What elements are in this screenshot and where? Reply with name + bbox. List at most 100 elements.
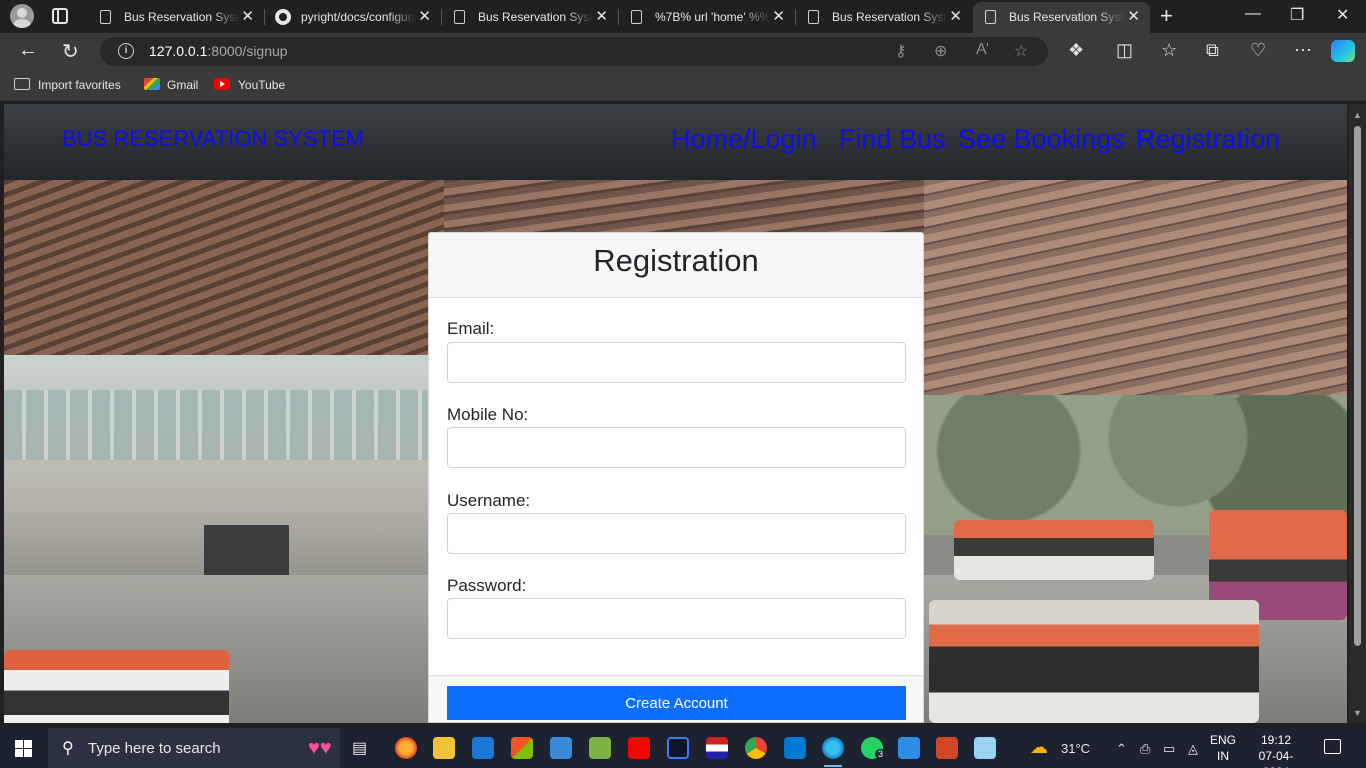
tray-chevron-icon[interactable]: ⌃ xyxy=(1116,741,1127,757)
tab-1[interactable]: Bus Reservation System ✕ xyxy=(88,2,264,33)
password-field[interactable] xyxy=(447,598,906,639)
collections-icon[interactable]: ⧉ xyxy=(1206,40,1219,61)
back-icon[interactable]: ← xyxy=(18,39,38,62)
page-viewport: BUS RESERVATION SYSTEM Home/Login Find B… xyxy=(4,104,1347,723)
tab-5[interactable]: Bus Reservation System ✕ xyxy=(796,2,972,33)
mobile-field[interactable] xyxy=(447,427,906,468)
split-screen-icon[interactable]: ◫ xyxy=(1116,40,1133,61)
favorite-star-icon[interactable]: ☆ xyxy=(1014,41,1028,61)
page-scrollbar[interactable]: ▲ ▼ xyxy=(1349,104,1366,723)
taskbar-clock[interactable]: 19:12 07-04-2024 xyxy=(1246,732,1306,768)
tab-strip: Bus Reservation System ✕ pyright/docs/co… xyxy=(0,0,1366,33)
github-icon xyxy=(275,9,291,25)
close-window-icon[interactable]: ✕ xyxy=(1336,5,1349,25)
key-icon[interactable]: ⚷ xyxy=(895,41,907,61)
tab-close-icon[interactable]: ✕ xyxy=(418,7,431,25)
scroll-up-icon[interactable]: ▲ xyxy=(1353,110,1362,120)
battery-icon[interactable]: ▭ xyxy=(1163,741,1175,757)
favorite-gmail[interactable]: Gmail xyxy=(167,78,198,92)
youtube-icon xyxy=(214,78,230,90)
whatsapp-icon[interactable]: 3 xyxy=(861,737,887,759)
windows-taskbar: ⚲ Type here to search ♥♥ ▤ 3 ☁ 31°C ⌃ ⎙ … xyxy=(0,728,1366,768)
tab-3[interactable]: Bus Reservation System ✕ xyxy=(442,2,618,33)
url-text[interactable]: 127.0.0.1:8000/signup xyxy=(149,43,288,59)
tab-title: pyright/docs/configuration xyxy=(301,10,417,24)
nav-find-bus[interactable]: Find Bus xyxy=(839,124,946,155)
site-brand[interactable]: BUS RESERVATION SYSTEM xyxy=(62,126,364,152)
notepad-icon[interactable] xyxy=(589,737,611,759)
tab-actions-icon[interactable] xyxy=(52,8,68,24)
read-aloud-icon[interactable]: A’ xyxy=(976,41,989,59)
email-field[interactable] xyxy=(447,342,906,383)
nav-home-login[interactable]: Home/Login xyxy=(671,124,817,155)
restore-icon[interactable]: ❐ xyxy=(1290,5,1304,25)
new-tab-button[interactable]: + xyxy=(1160,3,1173,29)
tab-title: Bus Reservation System xyxy=(124,10,240,24)
import-icon xyxy=(14,78,30,90)
nav-see-bookings[interactable]: See Bookings xyxy=(958,124,1125,155)
zoom-icon[interactable]: ⊕ xyxy=(934,41,947,61)
tab-close-icon[interactable]: ✕ xyxy=(595,7,608,25)
favorite-import[interactable]: Import favorites xyxy=(38,78,121,92)
refresh-icon[interactable]: ↻ xyxy=(62,39,79,64)
flag-app-icon[interactable] xyxy=(706,737,728,759)
taskbar-search[interactable]: ⚲ Type here to search ♥♥ xyxy=(48,728,340,768)
favorite-youtube[interactable]: YouTube xyxy=(238,78,285,92)
meet-icon[interactable]: ⎙ xyxy=(1140,741,1150,757)
tab-6-active[interactable]: Bus Reservation System ✕ xyxy=(973,2,1150,33)
weather-temp[interactable]: 31°C xyxy=(1061,741,1090,756)
tab-close-icon[interactable]: ✕ xyxy=(772,7,785,25)
username-field[interactable] xyxy=(447,513,906,554)
nav-registration[interactable]: Registration xyxy=(1136,124,1280,155)
vscode-icon[interactable] xyxy=(784,737,806,759)
mail-icon[interactable] xyxy=(472,737,494,759)
notification-icon[interactable] xyxy=(1324,739,1341,754)
firefox-icon[interactable] xyxy=(395,737,417,759)
snipping-tool-icon[interactable] xyxy=(974,737,996,759)
chrome-icon[interactable] xyxy=(745,737,767,759)
address-bar[interactable]: i 127.0.0.1:8000/signup ⚷ ⊕ A’ ☆ xyxy=(100,37,1048,66)
task-view-icon[interactable]: ▤ xyxy=(352,738,367,758)
scrollbar-thumb[interactable] xyxy=(1354,126,1361,646)
microsoft-store-icon[interactable] xyxy=(511,737,533,759)
search-placeholder: Type here to search xyxy=(88,740,221,757)
python-installer-icon[interactable] xyxy=(550,737,572,759)
edge-icon[interactable] xyxy=(822,737,844,767)
profile-avatar-icon[interactable] xyxy=(10,4,34,28)
windows-start-icon[interactable] xyxy=(15,740,32,757)
photos-icon[interactable] xyxy=(898,737,920,759)
browser-essentials-icon[interactable]: ♡ xyxy=(1250,40,1266,61)
create-account-button[interactable]: Create Account xyxy=(447,686,906,720)
powerpoint-icon[interactable] xyxy=(936,737,958,759)
copilot-icon[interactable] xyxy=(1331,40,1355,62)
favorites-icon[interactable]: ☆ xyxy=(1161,40,1177,61)
page-icon xyxy=(631,10,642,24)
file-explorer-icon[interactable] xyxy=(433,737,455,759)
minimize-icon[interactable]: — xyxy=(1245,5,1261,23)
tab-2[interactable]: pyright/docs/configuration ✕ xyxy=(265,2,441,33)
tab-title: Bus Reservation System xyxy=(1009,10,1125,24)
wifi-icon[interactable]: ◬ xyxy=(1188,741,1198,757)
youtube-app-icon[interactable] xyxy=(628,737,650,759)
page-icon xyxy=(985,10,996,24)
favorites-bar: Import favorites Gmail YouTube xyxy=(0,70,1366,101)
tab-close-icon[interactable]: ✕ xyxy=(949,7,962,25)
browser-toolbar: ← ↻ i 127.0.0.1:8000/signup ⚷ ⊕ A’ ☆ ❖ ◫… xyxy=(0,33,1366,70)
clock-date: 07-04-2024 xyxy=(1258,749,1294,768)
whatsapp-badge: 3 xyxy=(875,749,887,759)
tab-close-icon[interactable]: ✕ xyxy=(241,7,254,25)
language-indicator[interactable]: ENG IN xyxy=(1210,732,1236,764)
settings-more-icon[interactable]: ⋯ xyxy=(1294,40,1312,61)
tab-4[interactable]: %7B% url 'home' %%7D ✕ xyxy=(619,2,795,33)
mobile-label: Mobile No: xyxy=(447,405,529,424)
tab-title: %7B% url 'home' %%7D xyxy=(655,10,771,24)
site-info-icon[interactable]: i xyxy=(118,43,134,59)
scroll-down-icon[interactable]: ▼ xyxy=(1353,708,1362,718)
card-header: Registration xyxy=(429,233,923,298)
registration-card: Registration Email: Mobile No: Username:… xyxy=(428,232,924,723)
email-label: Email: xyxy=(447,319,495,338)
tab-close-icon[interactable]: ✕ xyxy=(1127,7,1140,25)
extensions-icon[interactable]: ❖ xyxy=(1068,40,1084,61)
webex-icon[interactable] xyxy=(667,737,689,759)
weather-icon[interactable]: ☁ xyxy=(1030,737,1048,758)
